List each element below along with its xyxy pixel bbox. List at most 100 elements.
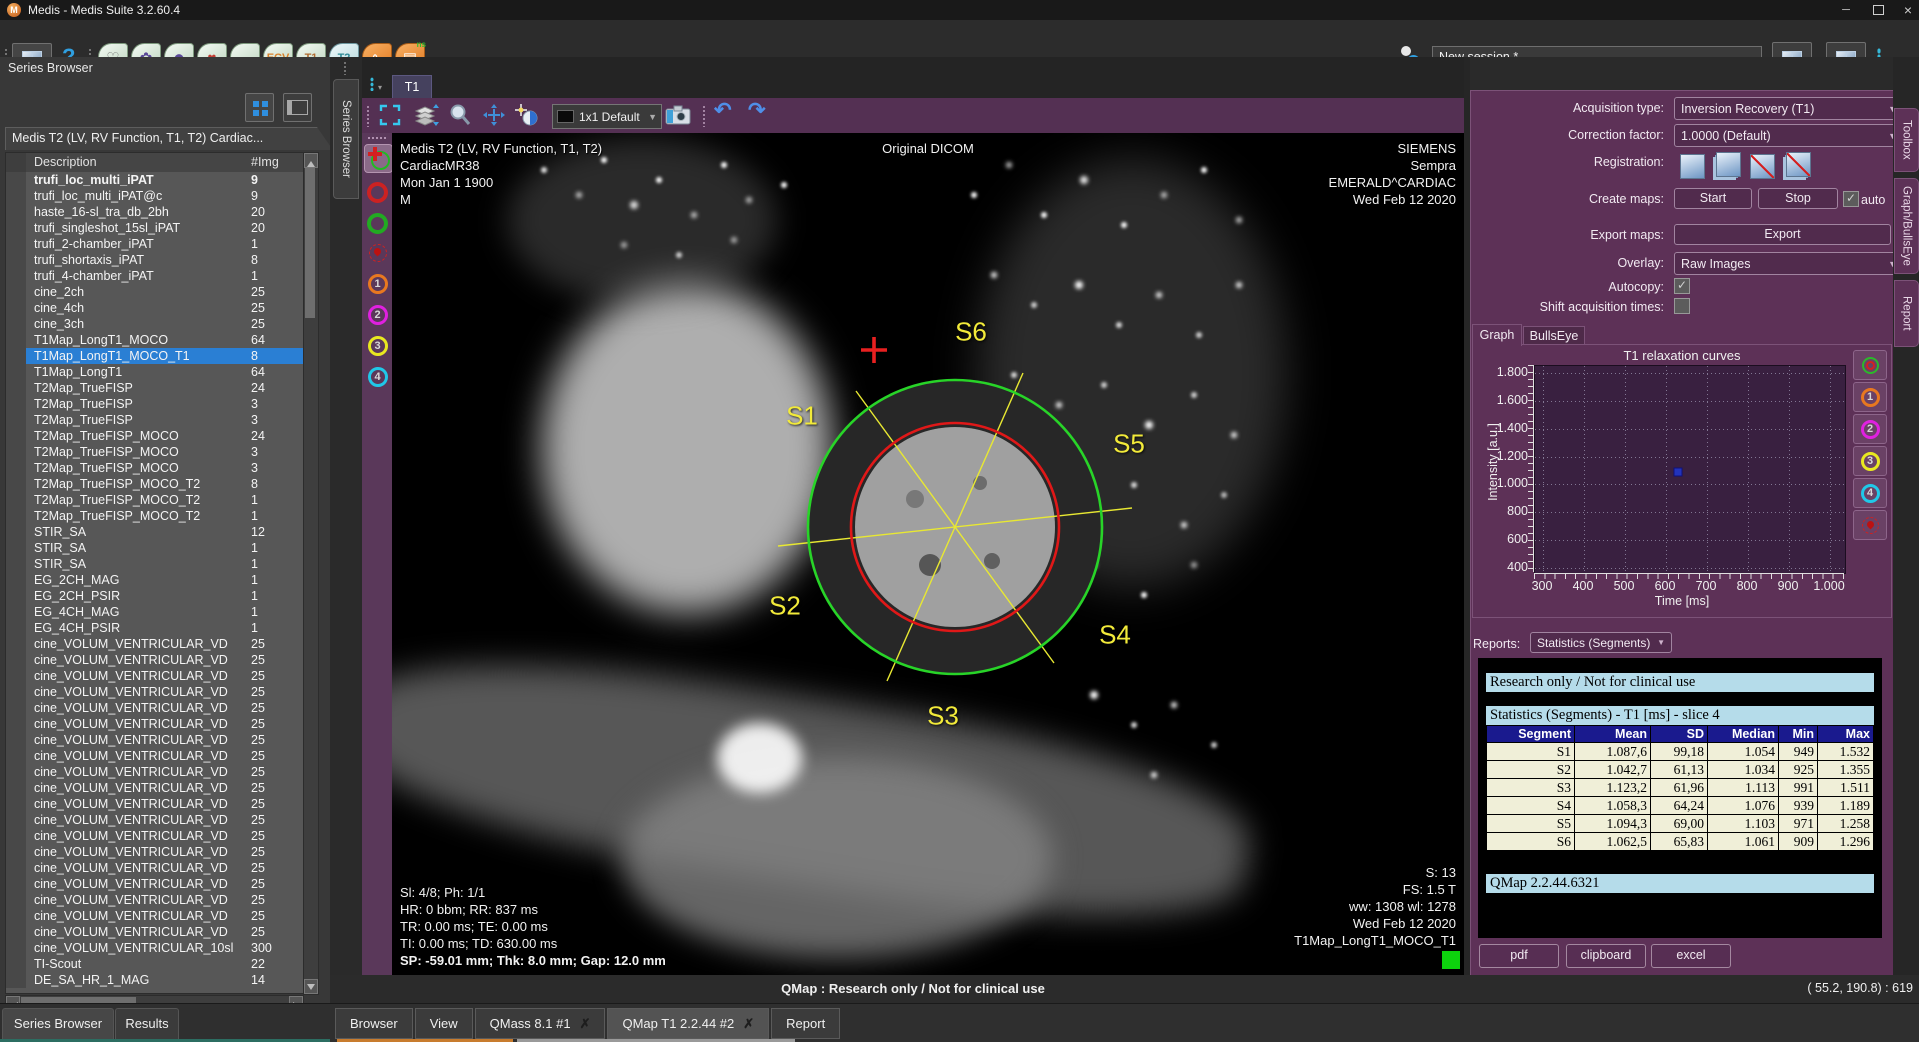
graph-plot[interactable] [1534,365,1846,574]
draw-contour-tool[interactable] [364,144,393,173]
series-row[interactable]: cine_3ch25 [6,316,303,332]
vtoolbar-handle[interactable] [366,105,371,127]
series-row[interactable]: cine_VOLUM_VENTRICULAR_VD25 [6,812,303,828]
series-row[interactable]: cine_VOLUM_VENTRICULAR_VD25 [6,924,303,940]
vtoolbar-handle2[interactable] [702,105,707,127]
series-row[interactable]: cine_VOLUM_VENTRICULAR_VD25 [6,668,303,684]
overlay-dropdown[interactable]: Raw Images▼ [1674,252,1904,275]
side-strip-handle[interactable] [343,61,348,75]
registration-none-button[interactable] [1680,154,1705,179]
graph-contours-button[interactable] [1853,350,1887,380]
vscroll-thumb[interactable] [305,168,315,318]
blood-pool-tool[interactable] [364,239,391,266]
column-img-count[interactable]: #Img [251,153,303,173]
series-row[interactable]: T1Map_LongT164 [6,364,303,380]
layout-preset-dropdown[interactable]: 1x1 Default ▼ [552,104,662,129]
app-tab-report[interactable]: Report [771,1008,840,1039]
series-row[interactable]: T2Map_TrueFISP3 [6,412,303,428]
series-row[interactable]: cine_VOLUM_VENTRICULAR_VD25 [6,684,303,700]
tools-handle[interactable] [367,136,387,141]
study-tab[interactable]: Medis T2 (LV, RV Function, T1, T2) Cardi… [5,127,333,150]
correction-factor-dropdown[interactable]: 1.0000 (Default)▼ [1674,124,1904,147]
stack-scroll-icon[interactable] [412,102,440,133]
series-row[interactable]: cine_VOLUM_VENTRICULAR_VD25 [6,764,303,780]
series-list-header[interactable]: Description #Img [5,152,304,174]
series-row[interactable]: cine_VOLUM_VENTRICULAR_VD25 [6,860,303,876]
side-tab-series-browser[interactable]: Series Browser [333,79,359,199]
panel-view-button[interactable] [283,93,312,122]
app-tab-qmap-t1-2-2-44-2[interactable]: QMap T1 2.2.44 #2✗ [607,1008,769,1039]
series-row[interactable]: trufi_loc_multi_iPAT@c9 [6,188,303,204]
panel-tab-results[interactable]: Results [115,1008,179,1040]
series-row[interactable]: T2Map_TrueFISP_MOCO_T28 [6,476,303,492]
graph-point-3-button[interactable]: 3 [1853,446,1887,476]
series-row[interactable]: trufi_loc_multi_iPAT9 [6,172,303,188]
minimize-button[interactable]: ─ [1832,1,1860,19]
series-row[interactable]: STIR_SA1 [6,556,303,572]
app-tab-browser[interactable]: Browser [335,1008,413,1039]
stop-button[interactable]: Stop [1758,188,1838,209]
series-row[interactable]: cine_VOLUM_VENTRICULAR_VD25 [6,652,303,668]
export-button[interactable]: Export [1674,224,1891,245]
close-button[interactable]: × [1894,1,1919,19]
series-row[interactable]: cine_VOLUM_VENTRICULAR_VD25 [6,700,303,716]
tab-close-icon[interactable]: ✗ [580,1009,591,1038]
auto-checkbox[interactable]: ✓ [1843,191,1859,207]
series-row[interactable]: T2Map_TrueFISP_MOCO3 [6,460,303,476]
series-row[interactable]: cine_VOLUM_VENTRICULAR_VD25 [6,908,303,924]
start-button[interactable]: Start [1674,188,1752,209]
panel-tab-series-browser[interactable]: Series Browser [2,1008,114,1040]
window-level-icon[interactable] [514,103,540,132]
series-row[interactable]: trufi_2-chamber_iPAT1 [6,236,303,252]
series-row[interactable]: T1Map_LongT1_MOCO_T18 [6,348,303,364]
series-row[interactable]: cine_VOLUM_VENTRICULAR_VD25 [6,732,303,748]
redo-icon[interactable]: ↷ [748,98,766,123]
app-tab-qmass-8-1-1[interactable]: QMass 8.1 #1✗ [475,1008,606,1039]
series-row[interactable]: T2Map_TrueFISP24 [6,380,303,396]
series-row[interactable]: EG_2CH_PSIR1 [6,588,303,604]
mri-viewport[interactable]: Medis T2 (LV, RV Function, T1, T2)Cardia… [392,133,1464,975]
series-row[interactable]: T2Map_TrueFISP3 [6,396,303,412]
column-description[interactable]: Description [34,153,251,173]
pdf-button[interactable]: pdf [1479,944,1559,968]
registration-off-button[interactable] [1750,154,1775,179]
point-tool-4[interactable]: 4 [364,363,391,390]
series-row[interactable]: TI-Scout22 [6,956,303,972]
graph-blood-button[interactable] [1853,510,1887,540]
undo-icon[interactable]: ↶ [714,98,732,123]
side-tab-report[interactable]: Report [1894,280,1919,347]
point-tool-2[interactable]: 2 [364,301,391,328]
registration-all-button[interactable] [1716,152,1741,177]
epi-contour-tool[interactable] [364,210,391,237]
series-row[interactable]: trufi_singleshot_15sl_iPAT20 [6,220,303,236]
series-row[interactable]: cine_VOLUM_VENTRICULAR_VD25 [6,828,303,844]
viewport-menu-arrow[interactable]: ▾ [378,83,382,92]
series-row[interactable]: trufi_4-chamber_iPAT1 [6,268,303,284]
registration-all-off-button[interactable] [1786,152,1811,177]
snapshot-icon[interactable] [664,103,692,132]
viewport-tab-t1[interactable]: T1 [392,75,432,99]
series-row[interactable]: STIR_SA1 [6,540,303,556]
series-vscrollbar[interactable] [303,152,319,995]
series-row[interactable]: T1Map_LongT1_MOCO64 [6,332,303,348]
clipboard-button[interactable]: clipboard [1566,944,1646,968]
series-row[interactable]: EG_4CH_PSIR1 [6,620,303,636]
series-row[interactable]: cine_VOLUM_VENTRICULAR_VD25 [6,844,303,860]
series-row[interactable]: cine_VOLUM_VENTRICULAR_VD25 [6,780,303,796]
series-row[interactable]: cine_VOLUM_VENTRICULAR_VD25 [6,748,303,764]
series-row[interactable]: DE_SA_HR_1_MAG14 [6,972,303,988]
series-row[interactable]: cine_4ch25 [6,300,303,316]
graph-point-1-button[interactable]: 1 [1853,382,1887,412]
grid-view-button[interactable] [245,93,274,122]
viewport-menu-icon[interactable] [370,77,374,91]
series-row[interactable]: STIR_SA12 [6,524,303,540]
side-tab-graph-bullseye[interactable]: Graph/BullsEye [1894,178,1919,274]
zoom-icon[interactable] [448,103,472,132]
point-tool-3[interactable]: 3 [364,332,391,359]
reports-dropdown[interactable]: Statistics (Segments)▼ [1530,632,1672,653]
point-tool-1[interactable]: 1 [364,270,391,297]
series-row[interactable]: T2Map_TrueFISP_MOCO24 [6,428,303,444]
series-row[interactable]: T2Map_TrueFISP_MOCO_T21 [6,492,303,508]
restore-button[interactable] [1864,1,1892,19]
pan-icon[interactable] [482,103,506,132]
